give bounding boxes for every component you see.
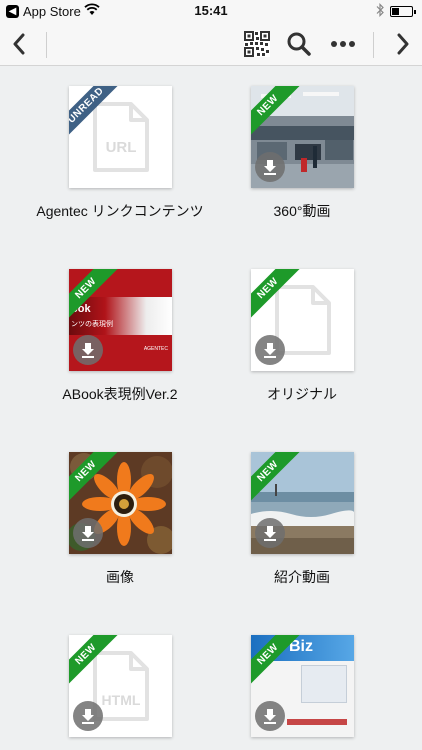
content-title: ABook表現例Ver.2	[62, 386, 178, 402]
search-button[interactable]	[282, 26, 316, 62]
content-thumbnail: Biz NEW	[251, 635, 354, 737]
brochure-panel	[301, 665, 347, 703]
bluetooth-icon	[376, 3, 384, 17]
download-icon	[82, 709, 94, 724]
download-icon	[82, 343, 94, 358]
clock: 15:41	[194, 3, 228, 18]
download-button[interactable]	[255, 152, 285, 182]
download-button[interactable]	[73, 335, 103, 365]
content-title: 紹介動画	[274, 569, 330, 585]
download-icon	[82, 526, 94, 541]
download-icon	[264, 160, 276, 175]
download-button[interactable]	[255, 518, 285, 548]
content-title: 360°動画	[273, 203, 331, 219]
chevron-left-icon	[13, 33, 25, 55]
forward-button[interactable]	[388, 26, 418, 62]
qr-code-button[interactable]	[240, 26, 274, 62]
thumb-corner-text: AGENTEC	[143, 346, 168, 352]
content-thumbnail: NEW	[251, 86, 354, 188]
qr-code-icon	[244, 31, 270, 57]
battery-icon	[390, 6, 416, 17]
chevron-right-icon	[397, 33, 409, 55]
thumb-subtitle: ンツの表現例	[71, 321, 113, 328]
content-title: 画像	[106, 569, 134, 585]
nav-divider	[46, 32, 47, 58]
nav-bar	[0, 22, 422, 66]
content-thumbnail: ook ンツの表現例 AGENTEC NEW	[69, 269, 172, 371]
content-thumbnail: NEW	[251, 452, 354, 554]
more-icon	[331, 41, 355, 47]
file-type-label: URL	[106, 139, 137, 156]
download-button[interactable]	[255, 701, 285, 731]
back-button[interactable]	[4, 26, 34, 62]
content-title: オリジナル	[267, 386, 337, 402]
more-button[interactable]	[326, 26, 360, 62]
content-thumbnail: URL UNREAD	[69, 86, 172, 188]
download-button[interactable]	[255, 335, 285, 365]
nav-divider	[373, 32, 374, 58]
file-type-label: HTML	[102, 692, 141, 708]
download-button[interactable]	[73, 518, 103, 548]
content-thumbnail: NEW	[251, 269, 354, 371]
status-bar: ◀ App Store 15:41	[0, 0, 422, 22]
content-title: Agentec リンクコンテンツ	[36, 203, 204, 219]
download-button[interactable]	[73, 701, 103, 731]
search-icon	[287, 32, 311, 56]
content-thumbnail: NEW	[69, 452, 172, 554]
file-icon: URL	[93, 102, 149, 172]
download-icon	[264, 526, 276, 541]
brochure-strip	[287, 719, 347, 725]
download-icon	[264, 343, 276, 358]
download-icon	[264, 709, 276, 724]
content-thumbnail: HTML NEW	[69, 635, 172, 737]
